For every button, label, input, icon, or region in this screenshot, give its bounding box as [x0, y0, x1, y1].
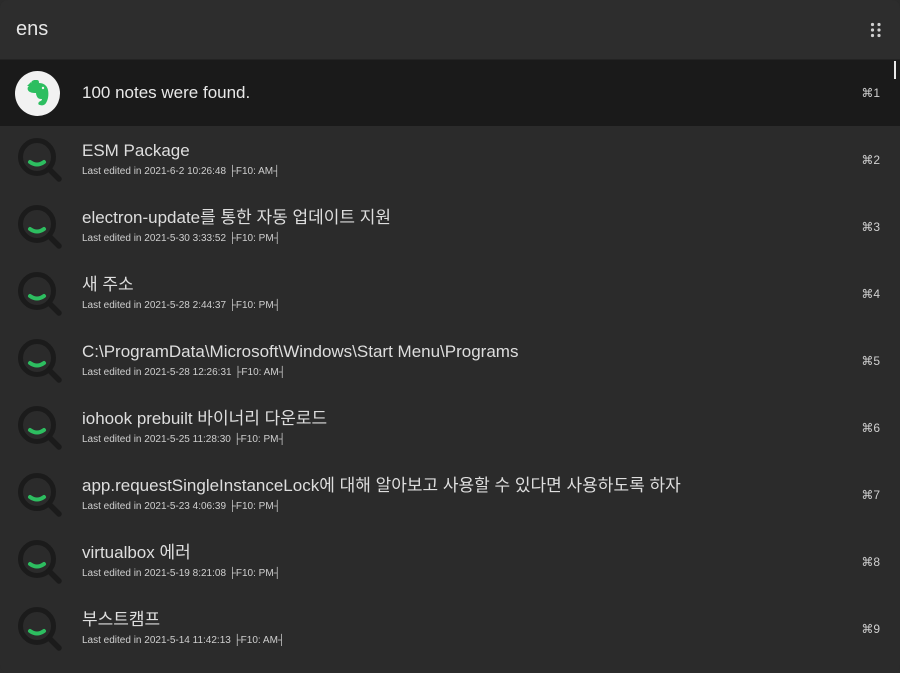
result-list: 100 notes were found. ⌘1 ESM Package Las…: [0, 60, 900, 662]
result-item[interactable]: 부스트캠프 Last edited in 2021-5-14 11:42:13 …: [0, 595, 900, 662]
result-title: 100 notes were found.: [82, 83, 251, 102]
result-subtitle: Last edited in 2021-5-30 3:33:52 ├F10: P…: [82, 233, 281, 244]
result-shortcut: ⌘4: [861, 286, 880, 301]
result-shortcut: ⌘1: [861, 86, 880, 100]
scrollbar-thumb[interactable]: [894, 61, 896, 79]
result-title: 부스트캠프: [82, 610, 161, 629]
result-title: electron-update를 통한 자동 업데이트 지원: [82, 208, 392, 227]
result-subtitle: Last edited in 2021-5-28 2:44:37 ├F10: P…: [82, 300, 281, 311]
search-bar: [0, 0, 900, 60]
result-shortcut: ⌘9: [861, 621, 880, 636]
result-shortcut: ⌘7: [861, 487, 880, 502]
search-icon: [18, 539, 62, 584]
search-icon: [18, 271, 62, 316]
search-icon: [18, 204, 62, 249]
result-subtitle: Last edited in 2021-5-14 11:42:13 ├F10: …: [82, 635, 286, 646]
result-title: app.requestSingleInstanceLock에 대해 알아보고 사…: [82, 476, 681, 495]
search-icon: [18, 606, 62, 651]
result-subtitle: Last edited in 2021-5-28 12:26:31 ├F10: …: [82, 367, 286, 378]
evernote-elephant-icon: [15, 70, 60, 116]
launcher-window: 100 notes were found. ⌘1 ESM Package Las…: [0, 0, 900, 673]
result-subtitle: Last edited in 2021-5-23 4:06:39 ├F10: P…: [82, 501, 281, 512]
result-shortcut: ⌘5: [861, 353, 880, 368]
result-item[interactable]: ESM Package Last edited in 2021-6-2 10:2…: [0, 126, 900, 193]
search-icon: [18, 137, 62, 182]
result-item[interactable]: 새 주소 Last edited in 2021-5-28 2:44:37 ├F…: [0, 260, 900, 327]
result-item[interactable]: iohook prebuilt 바이너리 다운로드 Last edited in…: [0, 394, 900, 461]
result-subtitle: Last edited in 2021-6-2 10:26:48 ├F10: A…: [82, 166, 281, 177]
search-icon: [18, 472, 62, 517]
result-shortcut: ⌘2: [861, 152, 880, 167]
result-item[interactable]: app.requestSingleInstanceLock에 대해 알아보고 사…: [0, 461, 900, 528]
search-icon: [18, 338, 62, 383]
search-icon: [18, 405, 62, 450]
result-item[interactable]: virtualbox 에러 Last edited in 2021-5-19 8…: [0, 528, 900, 595]
result-item[interactable]: C:\ProgramData\Microsoft\Windows\Start M…: [0, 327, 900, 394]
result-title: C:\ProgramData\Microsoft\Windows\Start M…: [82, 342, 519, 361]
result-item-summary[interactable]: 100 notes were found. ⌘1: [0, 60, 900, 126]
result-title: iohook prebuilt 바이너리 다운로드: [82, 409, 328, 428]
drag-handle-icon[interactable]: [868, 22, 884, 38]
result-subtitle: Last edited in 2021-5-19 8:21:08 ├F10: P…: [82, 568, 281, 579]
result-subtitle: Last edited in 2021-5-25 11:28:30 ├F10: …: [82, 434, 286, 445]
result-shortcut: ⌘8: [861, 554, 880, 569]
result-shortcut: ⌘6: [861, 420, 880, 435]
result-title: virtualbox 에러: [82, 543, 191, 562]
result-title: 새 주소: [82, 275, 134, 294]
result-title: ESM Package: [82, 141, 190, 160]
result-item[interactable]: electron-update를 통한 자동 업데이트 지원 Last edit…: [0, 193, 900, 260]
result-shortcut: ⌘3: [861, 219, 880, 234]
search-input[interactable]: [16, 14, 868, 45]
